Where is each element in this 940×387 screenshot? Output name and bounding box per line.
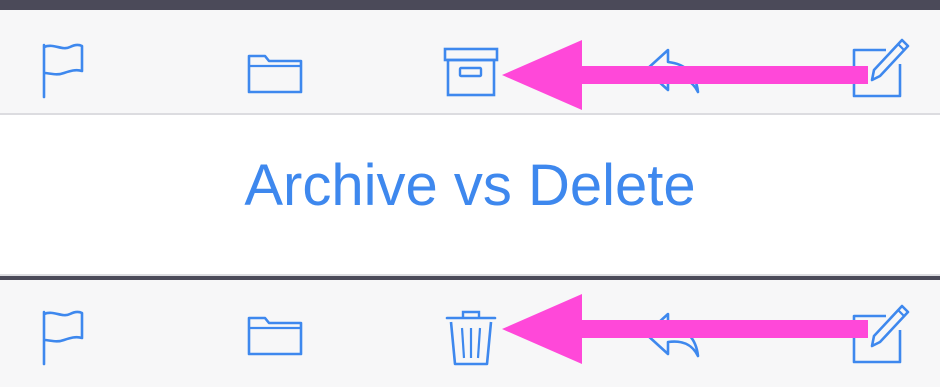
flag-icon[interactable] xyxy=(40,43,86,99)
divider-bottom xyxy=(0,274,940,276)
folder-icon[interactable] xyxy=(247,312,303,356)
annotation-arrow-archive xyxy=(502,40,868,110)
flag-icon[interactable] xyxy=(40,310,86,366)
annotation-arrow-trash xyxy=(502,294,868,364)
folder-icon[interactable] xyxy=(247,50,303,94)
archive-icon[interactable] xyxy=(443,46,499,98)
page-title: Archive vs Delete xyxy=(244,153,696,218)
trash-icon[interactable] xyxy=(443,308,499,368)
